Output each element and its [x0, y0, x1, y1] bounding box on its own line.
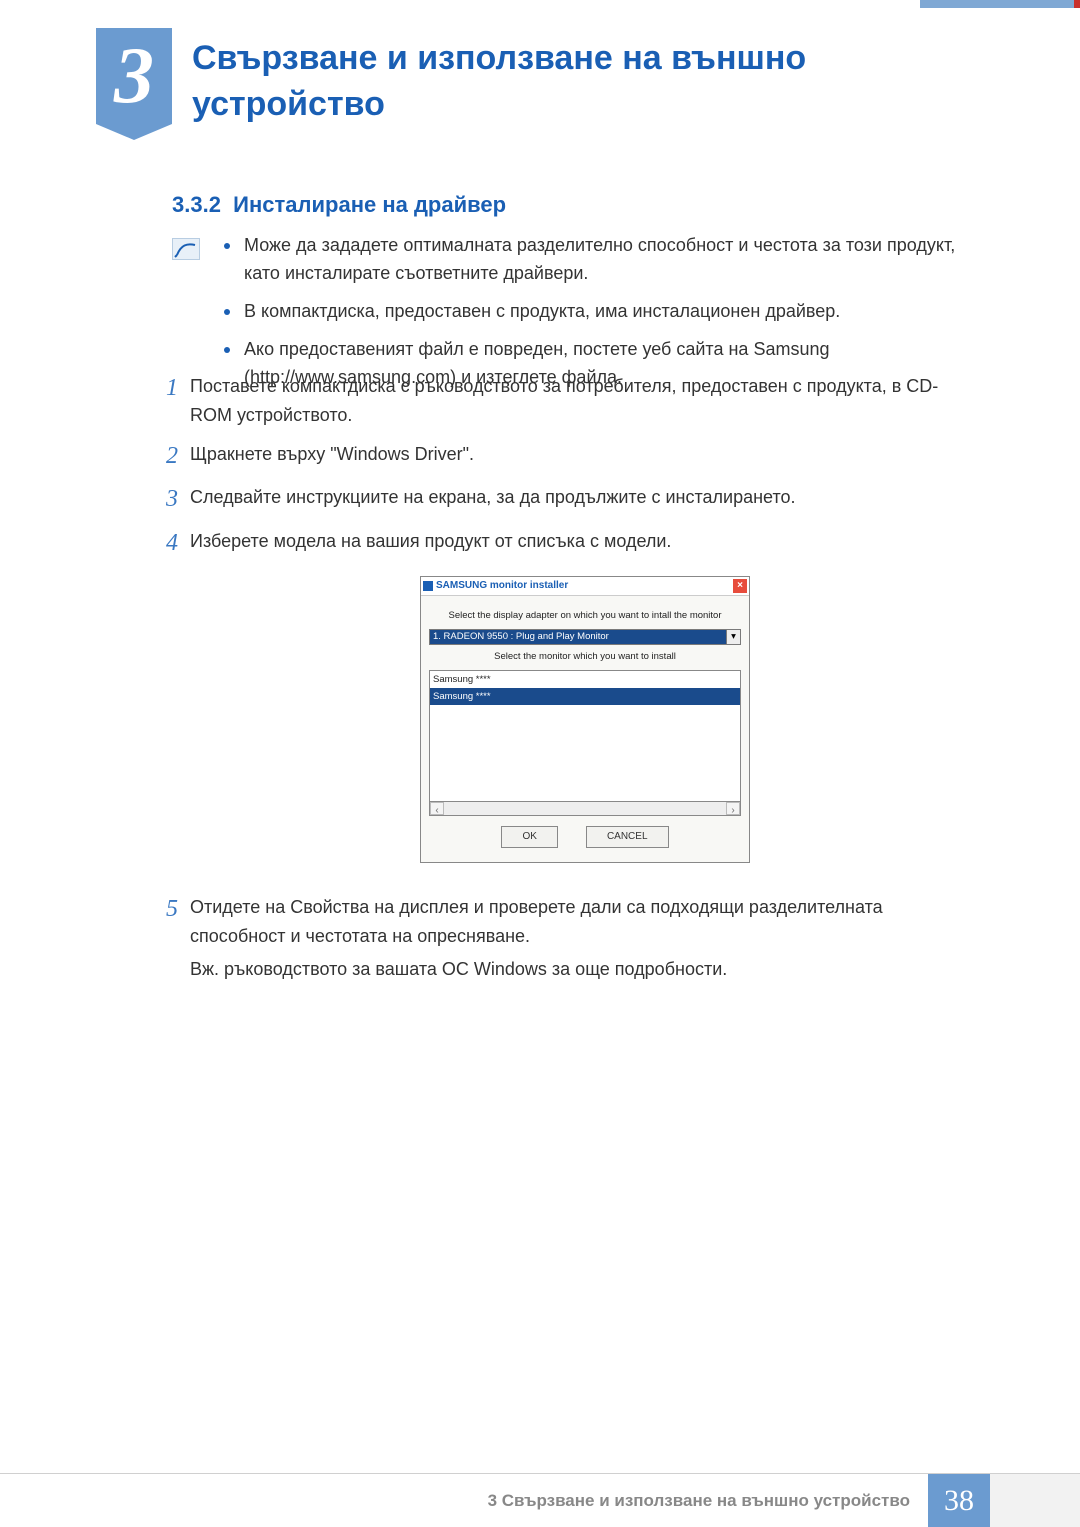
step-4: 4 Изберете модела на вашия продукт от сп… — [158, 527, 980, 883]
steps-list: 1 Поставете компактдиска с ръководството… — [158, 372, 980, 993]
step-text: Щракнете върху "Windows Driver". — [190, 440, 474, 474]
step-1: 1 Поставете компактдиска с ръководството… — [158, 372, 980, 430]
step-text: Изберете модела на вашия продукт от спис… — [190, 527, 750, 883]
chevron-down-icon[interactable]: ▾ — [726, 630, 740, 644]
dialog-title: SAMSUNG monitor installer — [436, 578, 568, 594]
step-2: 2 Щракнете върху "Windows Driver". — [158, 440, 980, 474]
note-icon — [172, 238, 200, 260]
step-3: 3 Следвайте инструкциите на екрана, за д… — [158, 483, 980, 517]
step-number: 1 — [158, 372, 190, 430]
step-text: Следвайте инструкциите на екрана, за да … — [190, 483, 796, 517]
section-number: 3.3.2 — [172, 192, 221, 217]
step-number: 2 — [158, 440, 190, 474]
step-number: 4 — [158, 527, 190, 883]
step-5: 5 Отидете на Свойства на дисплея и прове… — [158, 893, 980, 983]
adapter-combobox[interactable]: 1. RADEON 9550 : Plug and Play Monitor ▾ — [429, 629, 741, 645]
step-text: Отидете на Свойства на дисплея и провере… — [190, 893, 980, 983]
section-title: Инсталиране на драйвер — [233, 192, 506, 217]
ok-button[interactable]: OK — [501, 826, 557, 848]
header-accent-strip — [920, 0, 1080, 8]
section-heading: 3.3.2 Инсталиране на драйвер — [172, 192, 506, 218]
close-icon[interactable]: × — [733, 579, 747, 593]
cancel-button[interactable]: CANCEL — [586, 826, 669, 848]
dialog-titlebar: SAMSUNG monitor installer × — [421, 577, 749, 596]
step-text-line: Изберете модела на вашия продукт от спис… — [190, 527, 750, 556]
installer-dialog: SAMSUNG monitor installer × Select the d… — [420, 576, 750, 863]
page-number: 38 — [928, 1474, 990, 1527]
list-item[interactable]: Samsung **** — [430, 688, 740, 705]
chapter-badge: 3 — [96, 28, 172, 124]
samsung-logo-icon — [423, 581, 433, 591]
monitor-listbox[interactable]: Samsung **** Samsung **** — [429, 670, 741, 802]
scroll-right-icon[interactable]: › — [726, 802, 740, 815]
dialog-label-monitor: Select the monitor which you want to ins… — [425, 649, 745, 664]
footer-chapter-ref: 3 Свързване и използване на външно устро… — [488, 1491, 928, 1511]
page-footer: 3 Свързване и използване на външно устро… — [0, 1473, 1080, 1527]
step-text-line: Отидете на Свойства на дисплея и провере… — [190, 893, 980, 951]
step-number: 5 — [158, 893, 190, 983]
list-item[interactable]: Samsung **** — [430, 671, 740, 688]
scroll-left-icon[interactable]: ‹ — [430, 802, 444, 815]
horizontal-scrollbar[interactable]: ‹ › — [429, 802, 741, 816]
adapter-combobox-value: 1. RADEON 9550 : Plug and Play Monitor — [433, 630, 609, 644]
note-item: В компактдиска, предоставен с продукта, … — [222, 298, 980, 326]
step-text: Поставете компактдиска с ръководството з… — [190, 372, 980, 430]
step-number: 3 — [158, 483, 190, 517]
chapter-title: Свързване и използване на външно устройс… — [192, 36, 1000, 128]
step-subtext: Вж. ръководството за вашата ОС Windows з… — [190, 955, 980, 984]
note-item: Може да зададете оптималната разделителн… — [222, 232, 980, 288]
header-accent-tip — [1074, 0, 1080, 8]
scroll-track[interactable] — [444, 802, 726, 815]
footer-spacer — [990, 1474, 1080, 1527]
chapter-number: 3 — [96, 28, 172, 124]
dialog-label-adapter: Select the display adapter on which you … — [425, 608, 745, 623]
